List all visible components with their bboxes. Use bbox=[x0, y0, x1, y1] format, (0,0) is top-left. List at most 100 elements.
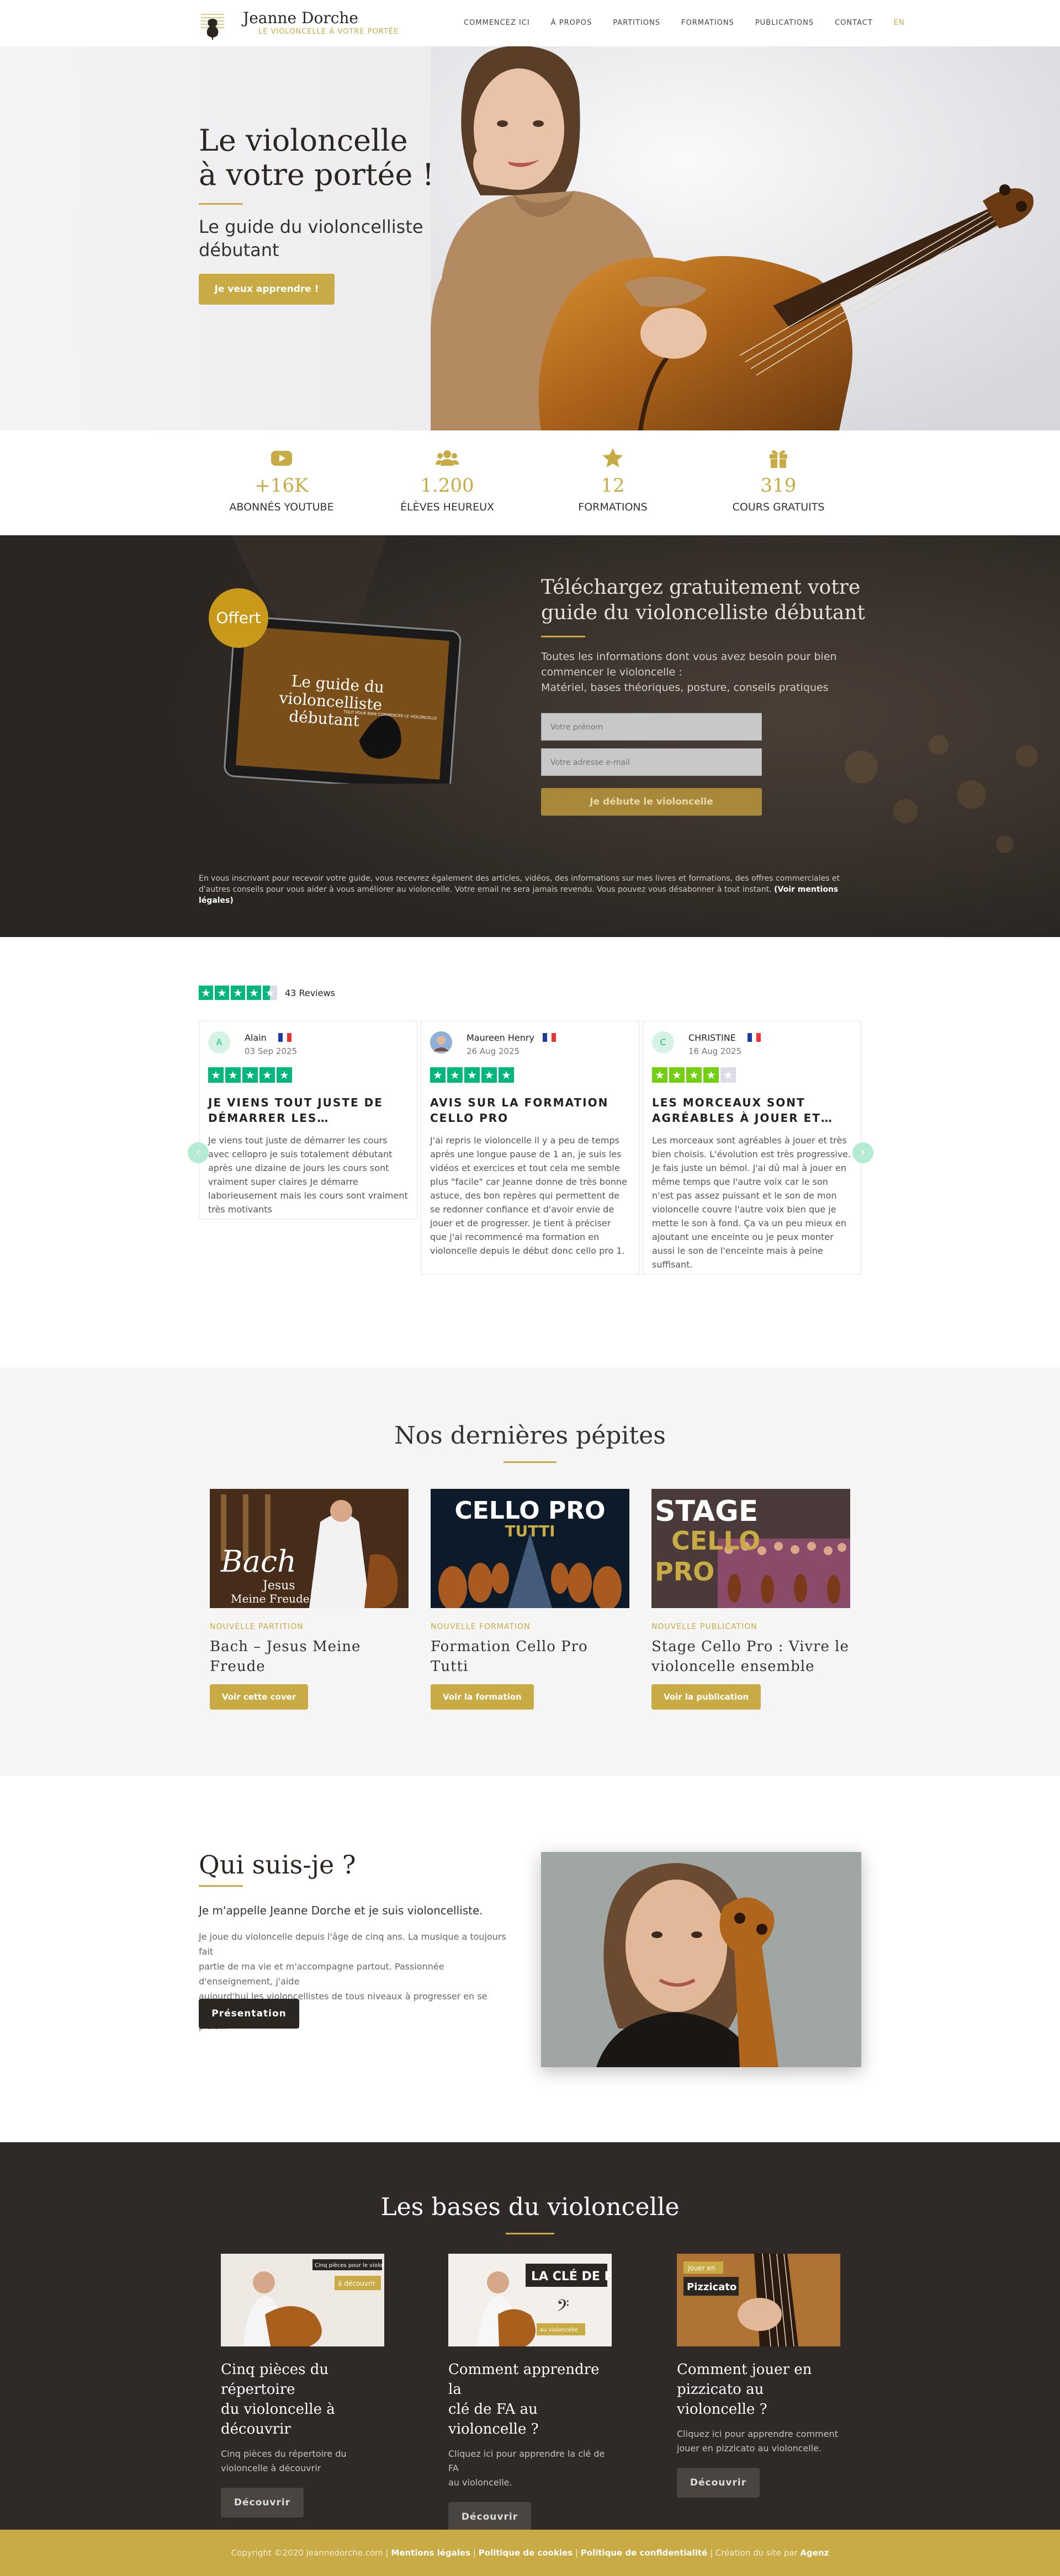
discover-button[interactable]: Découvrir bbox=[221, 2488, 304, 2518]
stage-cello-pro-image: STAGE CELLO PRO bbox=[651, 1489, 850, 1608]
basics-title-line: Comment jouer en bbox=[677, 2361, 812, 2378]
nav-partitions[interactable]: PARTITIONS bbox=[613, 19, 660, 27]
main-nav: COMMENCEZ ICI À PROPOS PARTITIONS FORMAT… bbox=[464, 19, 926, 27]
review-card[interactable]: C CHRISTINE 16 Aug 2025 ★ ★ ★ ★ ★ LES MORCEA… bbox=[643, 1021, 861, 1275]
basics-image-five-pieces[interactable]: Cinq pièces pour le violoncelle à découv… bbox=[221, 2254, 384, 2346]
presentation-button[interactable]: Présentation bbox=[199, 1999, 299, 2029]
star-icon: ★ bbox=[215, 986, 229, 1000]
footer-privacy-link[interactable]: Politique de confidentialité bbox=[581, 2548, 707, 2558]
cello-logo-icon[interactable] bbox=[199, 7, 226, 41]
nugget-title[interactable]: Formation Cello Pro Tutti bbox=[431, 1637, 629, 1676]
view-formation-button[interactable]: Voir la formation bbox=[431, 1684, 534, 1710]
view-publication-button[interactable]: Voir la publication bbox=[651, 1684, 761, 1710]
basics-image-fa-clef[interactable]: LA CLÉ DE FA 𝄢 au violoncelle bbox=[448, 2254, 612, 2346]
nugget-title[interactable]: Stage Cello Pro : Vivre le violoncelle en… bbox=[651, 1637, 850, 1676]
offer-title: Téléchargez gratuitement votre guide du … bbox=[541, 575, 865, 626]
pizzicato-caption: Jouer en bbox=[687, 2264, 716, 2272]
offer-text-line: Matériel, bases théoriques, posture, con… bbox=[541, 682, 829, 694]
review-card[interactable]: A Alain 03 Sep 2025 ★ ★ ★ ★ ★ JE VIENS TOUT … bbox=[199, 1021, 417, 1220]
nav-commencez-ici[interactable]: COMMENCEZ ICI bbox=[464, 19, 530, 27]
basics-card-desc: Cinq pièces du répertoire du violoncelle … bbox=[221, 2447, 386, 2476]
stat-value: 1.200 bbox=[420, 475, 474, 497]
free-guide-section: Le guide du violoncelliste débutant TOUT… bbox=[0, 535, 1060, 937]
logo-name[interactable]: Jeanne Dorche bbox=[243, 9, 358, 27]
carousel-prev-button[interactable]: ‹ bbox=[188, 1142, 209, 1163]
nugget-image-stage[interactable]: STAGE CELLO PRO bbox=[651, 1489, 850, 1608]
star-icon: ★ bbox=[464, 1067, 480, 1083]
nugget-card: STAGE CELLO PRO NOUVELLE PUBLICATION Sta… bbox=[651, 1489, 850, 1710]
nugget-image-bach[interactable]: Bach Jesus Meine Freude bbox=[210, 1489, 409, 1608]
review-date: 26 Aug 2025 bbox=[467, 1046, 520, 1056]
basics-card-desc: Cliquez ici pour apprendre comment jouer … bbox=[677, 2427, 842, 2456]
guide-submit-button[interactable]: Je débute le violoncelle bbox=[541, 788, 762, 816]
stage-image-subtitle: CELLO bbox=[671, 1526, 760, 1556]
star-icon: ★ bbox=[669, 1067, 685, 1083]
basics-desc-line: Cliquez ici pour apprendre la clé de FA bbox=[448, 2449, 605, 2473]
review-title-line: AVIS SUR LA FORMATION bbox=[430, 1096, 609, 1109]
stat-formations: 12 FORMATIONS bbox=[547, 447, 679, 513]
star-icon bbox=[602, 448, 623, 467]
offer-title-line: guide du violoncelliste débutant bbox=[541, 602, 865, 624]
nav-language-en[interactable]: EN bbox=[894, 19, 905, 27]
stat-value: +16K bbox=[255, 475, 309, 497]
nugget-image-cello-pro[interactable]: CELLO PRO TUTTI bbox=[431, 1489, 629, 1608]
nav-a-propos[interactable]: À PROPOS bbox=[551, 19, 592, 27]
offer-title-line: Téléchargez gratuitement votre bbox=[541, 576, 861, 599]
first-name-input[interactable]: Votre prénom bbox=[541, 713, 762, 741]
fa-clef-caption: LA CLÉ DE FA bbox=[531, 2269, 612, 2284]
nav-formations[interactable]: FORMATIONS bbox=[681, 19, 734, 27]
chevron-left-icon: ‹ bbox=[195, 1146, 201, 1159]
footer-agency-link[interactable]: Agenz bbox=[800, 2548, 829, 2558]
hero-cellist-photo bbox=[431, 46, 1060, 430]
reviewer-name: Alain bbox=[208, 1031, 408, 1043]
review-card[interactable]: Maureen Henry 26 Aug 2025 ★ ★ ★ ★ ★ AVIS SUR… bbox=[421, 1021, 639, 1275]
footer-credit: | Création du site par bbox=[710, 2548, 798, 2558]
fa-clef-caption: au violoncelle bbox=[540, 2327, 578, 2333]
basics-desc-line: Cinq pièces du répertoire du bbox=[221, 2449, 347, 2459]
review-stars: ★ ★ ★ ★ ★ bbox=[652, 1056, 852, 1083]
hero-subtitle: Le guide du violoncelliste débutant bbox=[199, 215, 423, 262]
star-icon: ★ bbox=[277, 1067, 292, 1083]
review-title: AVIS SUR LA FORMATION CELLO PRO bbox=[430, 1095, 630, 1126]
nugget-title[interactable]: Bach – Jesus Meine Freude bbox=[210, 1637, 409, 1676]
cello-pro-image-subtitle: TUTTI bbox=[505, 1522, 555, 1540]
review-body: Les morceaux sont agréables à jouer et t… bbox=[652, 1135, 851, 1270]
hero-section: Le violoncelle à votre portée ! Le guide… bbox=[0, 46, 1060, 430]
email-input[interactable]: Votre adresse e-mail bbox=[541, 748, 762, 776]
star-icon: ★ bbox=[247, 986, 261, 1000]
basics-card-title[interactable]: Comment apprendre la clé de FA au violonc… bbox=[448, 2360, 614, 2439]
review-title-line: JE VIENS TOUT JUSTE DE bbox=[208, 1096, 383, 1109]
star-icon: ★ bbox=[499, 1067, 514, 1083]
discover-button[interactable]: Découvrir bbox=[677, 2468, 760, 2498]
review-date: 16 Aug 2025 bbox=[688, 1046, 742, 1056]
stat-students: 1.200 ÉLÈVES HEUREUX bbox=[381, 447, 513, 513]
basics-card-title[interactable]: Cinq pièces du répertoire du violoncelle … bbox=[221, 2360, 386, 2439]
hero-title: Le violoncelle à votre portée ! bbox=[199, 124, 434, 192]
footer-legal-link[interactable]: Mentions légales bbox=[391, 2548, 470, 2558]
reviews-section: ★ ★ ★ ★ ★ 43 Reviews A Alain 03 Sep 2025… bbox=[0, 937, 1060, 1367]
reviewer-name: CHRISTINE bbox=[652, 1031, 852, 1043]
gift-icon bbox=[770, 450, 787, 468]
footer-cookies-link[interactable]: Politique de cookies bbox=[479, 2548, 573, 2558]
review-title-line: CELLO PRO bbox=[430, 1111, 509, 1125]
stage-image-title: STAGE bbox=[655, 1495, 758, 1528]
hero-divider bbox=[199, 203, 243, 205]
star-icon: ★ bbox=[686, 1067, 702, 1083]
basics-card: LA CLÉ DE FA 𝄢 au violoncelle Comment ap… bbox=[448, 2254, 614, 2532]
basics-card-title[interactable]: Comment jouer en pizzicato au violoncelle… bbox=[677, 2360, 842, 2419]
review-body: J'ai repris le violoncelle il y a peu de… bbox=[430, 1135, 627, 1256]
nav-contact[interactable]: CONTACT bbox=[835, 19, 873, 27]
reviewer-name-text: CHRISTINE bbox=[688, 1032, 736, 1043]
discover-button[interactable]: Découvrir bbox=[448, 2502, 531, 2532]
site-footer: Copyright ©2020 jeannedorche.com | Menti… bbox=[0, 2530, 1060, 2576]
reviews-count[interactable]: 43 Reviews bbox=[285, 988, 335, 998]
basics-image-pizzicato[interactable]: Jouer en Pizzicato bbox=[677, 2254, 840, 2346]
nugget-title-line: Stage Cello Pro : Vivre le bbox=[651, 1638, 849, 1655]
nav-publications[interactable]: PUBLICATIONS bbox=[755, 19, 814, 27]
nuggets-divider bbox=[504, 1461, 556, 1463]
view-cover-button[interactable]: Voir cette cover bbox=[210, 1684, 309, 1710]
basics-desc-line: jouer en pizzicato au violoncelle. bbox=[677, 2443, 822, 2453]
carousel-next-button[interactable]: › bbox=[852, 1142, 873, 1163]
france-flag-icon bbox=[543, 1033, 556, 1042]
hero-cta-button[interactable]: Je veux apprendre ! bbox=[199, 274, 335, 305]
